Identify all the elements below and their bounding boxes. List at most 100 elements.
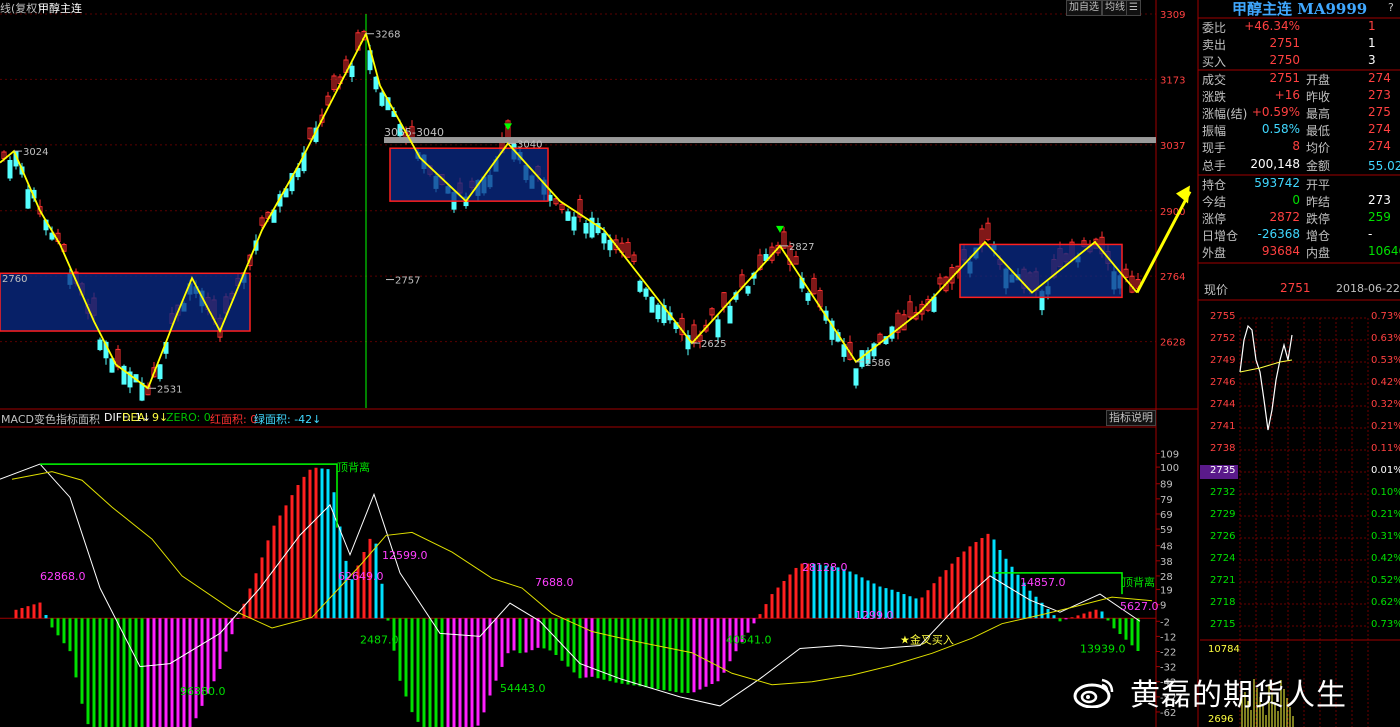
quote-value: 55.02亿 (1368, 159, 1400, 173)
intraday-pct-tick: 0.10% (1371, 487, 1400, 498)
intraday-price-tick: 2732 (1210, 487, 1236, 498)
macd-area-label: 13939.0 (1080, 642, 1126, 655)
price-tick-label: 2764 (1160, 272, 1185, 283)
quote-label: 金额 (1306, 159, 1331, 173)
quote-value: +46.34% (1244, 19, 1300, 33)
candle-body (655, 304, 661, 320)
macd-tick-label: -22 (1160, 648, 1176, 659)
intraday-volume-tick: 10784 (1208, 644, 1240, 655)
intraday-price-tick: 2726 (1210, 531, 1236, 542)
macd-area-label: 2487.0 (360, 633, 399, 646)
macd-green-area-legend: 绿面积: -42↓ (254, 413, 322, 426)
intraday-price-tick: 2755 (1210, 311, 1236, 322)
candle-body (649, 296, 655, 313)
intraday-volume-tick: 2696 (1208, 714, 1234, 725)
quote-label: 增仓 (1306, 229, 1331, 243)
intraday-price-tick: 2724 (1210, 553, 1236, 564)
candle-body (805, 293, 811, 301)
macd-area-label: 62649.0 (338, 570, 384, 583)
quote-label: 卖出 (1202, 38, 1227, 52)
quote-value: - (1368, 227, 1373, 241)
moving-average-button[interactable]: 均线 (1102, 0, 1128, 16)
macd-tick-label: 19 (1160, 586, 1173, 597)
quote-value: 2751 (1269, 36, 1300, 50)
quote-row: 涨幅(结) +0.59% 最高 275 (1202, 105, 1400, 122)
indicator-help-button[interactable]: 指标说明 (1106, 410, 1156, 426)
macd-annotation: 顶背离 (1122, 575, 1155, 589)
quote-label: 振幅 (1202, 124, 1227, 138)
intraday-pct-tick: 0.62% (1371, 597, 1400, 608)
intraday-pct-tick: 0.42% (1371, 553, 1400, 564)
macd-tick-label: -12 (1160, 632, 1176, 643)
candle-body (571, 216, 577, 231)
quote-value: 1 (1368, 36, 1376, 50)
candle-body (583, 223, 589, 234)
price-tick-label: 3309 (1160, 10, 1185, 21)
menu-icon[interactable]: ☰ (1126, 0, 1141, 16)
macd-area-label: 40541.0 (726, 633, 772, 646)
quote-label: 开平 (1306, 178, 1331, 192)
price-tick-label: 3173 (1160, 75, 1185, 86)
intraday-pct-tick: 0.63% (1371, 333, 1400, 344)
quote-label: 外盘 (1202, 246, 1227, 260)
quote-label: 跌停 (1306, 212, 1331, 226)
quote-row: 买入 2750 3 (1202, 53, 1400, 70)
intraday-price-tick: 2752 (1210, 333, 1236, 344)
intraday-price-tick: 2738 (1210, 443, 1236, 454)
quote-value: 0.58% (1261, 122, 1300, 136)
price-point-label: 2586 (865, 358, 890, 369)
current-price-value: 2751 (1280, 281, 1311, 295)
candle-body (601, 233, 607, 244)
price-point-label: 3268 (375, 30, 400, 41)
intraday-price-tick: 2729 (1210, 509, 1236, 520)
quote-value: 593742 (1254, 176, 1300, 190)
quote-label: 总手 (1202, 159, 1227, 173)
quote-label: 涨幅(结) (1202, 107, 1248, 121)
quote-row: 成交 2751 开盘 274 (1202, 71, 1400, 88)
macd-tick-label: 48 (1160, 542, 1173, 553)
quote-value: -26368 (1257, 227, 1300, 241)
quote-label: 买入 (1202, 55, 1227, 69)
quote-value: 1 (1368, 19, 1376, 33)
macd-tick-label: 38 (1160, 557, 1173, 568)
candle-body (157, 364, 163, 380)
intraday-price-line (1239, 324, 1293, 431)
quote-title: 甲醇主连 MA9999 (1232, 0, 1368, 18)
price-tick-label: 3037 (1160, 141, 1185, 152)
price-point-label: 2531 (157, 384, 182, 395)
consolidation-box (389, 147, 549, 202)
macd-area-label: 1299.0 (855, 609, 894, 622)
quote-value: 274 (1368, 71, 1391, 85)
candle-body (637, 280, 643, 292)
macd-tick-label: 69 (1160, 510, 1173, 521)
quote-value: 275 (1368, 105, 1391, 119)
macd-tick-label: 9 (1160, 601, 1166, 612)
price-point-label: 3024 (23, 147, 48, 158)
add-watchlist-button[interactable]: 加自选 (1066, 0, 1102, 16)
macd-area-label: 96380.0 (180, 685, 226, 698)
instrument-name: 甲醇主连 (38, 2, 82, 15)
intraday-pct-tick: 0.53% (1371, 355, 1400, 366)
quote-label: 内盘 (1306, 246, 1331, 260)
macd-area-label: 14857.0 (1020, 576, 1066, 589)
candle-body (853, 368, 859, 386)
intraday-price-tick: 2735 (1210, 465, 1236, 476)
quote-row: 持仓 593742 开平 (1202, 176, 1400, 193)
macd-area-label: 12599.0 (382, 549, 428, 562)
quote-row: 今结 0 昨结 273 (1202, 193, 1400, 210)
help-icon[interactable]: ? (1388, 1, 1394, 14)
signal-arrow-icon (504, 123, 512, 131)
quote-value: 2750 (1269, 53, 1300, 67)
quote-value: 200,148 (1250, 157, 1300, 171)
consolidation-box (959, 243, 1123, 299)
macd-area-label: 54443.0 (500, 682, 546, 695)
macd-title: MACD变色指标面积 (1, 413, 100, 426)
quote-label: 现手 (1202, 141, 1227, 155)
macd-tick-label: 109 (1160, 450, 1179, 461)
quote-label: 涨跌 (1202, 90, 1227, 104)
intraday-price-tick: 2721 (1210, 575, 1236, 586)
chart-canvas: 3309317330372900276426283055-30403024253… (0, 0, 1400, 727)
macd-area-label: 62868.0 (40, 570, 86, 583)
resistance-bar (384, 137, 1156, 144)
intraday-pct-tick: 0.73% (1371, 619, 1400, 630)
